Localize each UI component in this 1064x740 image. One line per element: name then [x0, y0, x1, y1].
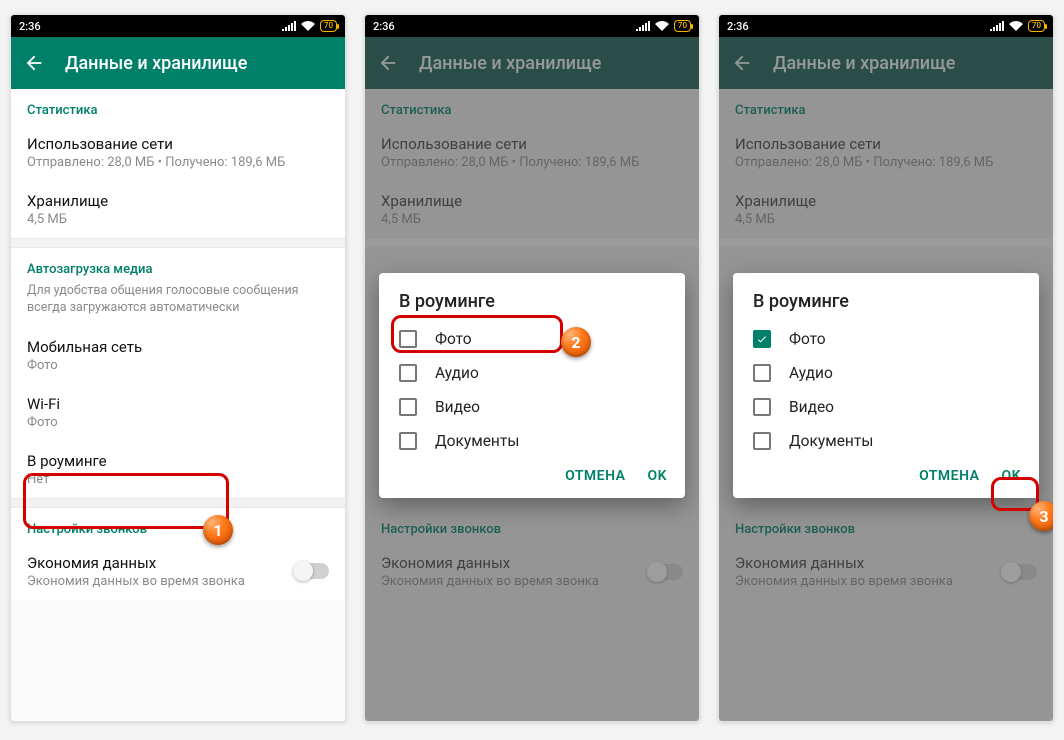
- option-docs[interactable]: Документы: [733, 424, 1039, 458]
- dialog-title: В роуминге: [379, 291, 685, 322]
- autoload-header: Автозагрузка медиа: [11, 248, 345, 283]
- cancel-button[interactable]: ОТМЕНА: [565, 468, 625, 484]
- wifi-icon: [655, 21, 669, 31]
- app-bar: Данные и хранилище: [11, 37, 345, 89]
- signal-icon: [636, 21, 650, 31]
- network-usage-item[interactable]: Использование сети Отправлено: 28,0 МБ •…: [11, 124, 345, 181]
- battery-icon: 70: [1028, 20, 1045, 32]
- battery-icon: 70: [320, 20, 337, 32]
- roaming-dialog: В роуминге Фото Аудио Видео Документы ОТ…: [379, 273, 685, 498]
- wifi-sub: Фото: [27, 415, 329, 430]
- dialog-actions: ОТМЕНА OK: [733, 458, 1039, 492]
- option-video[interactable]: Видео: [733, 390, 1039, 424]
- mobile-sub: Фото: [27, 358, 329, 373]
- signal-icon: [282, 21, 296, 31]
- status-time: 2:36: [19, 20, 41, 33]
- status-bar: 2:36 70: [365, 15, 699, 37]
- option-photo[interactable]: Фото: [379, 322, 685, 356]
- phone-screen-1: 2:36 70 Данные и хранилище Статистика Ис…: [10, 14, 346, 722]
- mobile-item[interactable]: Мобильная сеть Фото: [11, 327, 345, 384]
- option-video-label: Видео: [789, 398, 834, 416]
- roaming-dialog: В роуминге Фото Аудио Видео Документы ОТ…: [733, 273, 1039, 498]
- status-bar: 2:36 70: [11, 15, 345, 37]
- option-docs[interactable]: Документы: [379, 424, 685, 458]
- settings-content: Статистика Использование сети Отправлено…: [11, 89, 345, 721]
- roaming-sub: Нет: [27, 472, 329, 487]
- checkbox-icon[interactable]: [399, 330, 417, 348]
- option-docs-label: Документы: [789, 432, 873, 450]
- status-time: 2:36: [727, 20, 749, 33]
- option-photo-label: Фото: [435, 330, 472, 348]
- back-icon[interactable]: [23, 52, 45, 74]
- battery-icon: 70: [674, 20, 691, 32]
- wifi-icon: [1009, 21, 1023, 31]
- roaming-item[interactable]: В роуминге Нет: [11, 441, 345, 498]
- ok-button[interactable]: OK: [647, 468, 667, 484]
- appbar-title: Данные и хранилище: [65, 53, 247, 74]
- phone-screen-2: 2:36 70 Данные и хранилище Статистика Ис…: [364, 14, 700, 722]
- divider: [11, 238, 345, 248]
- option-docs-label: Документы: [435, 432, 519, 450]
- option-audio-label: Аудио: [789, 364, 833, 382]
- checkbox-icon[interactable]: [753, 432, 771, 450]
- stats-header: Статистика: [11, 89, 345, 124]
- autoload-note: Для удобства общения голосовые сообщения…: [11, 283, 345, 327]
- phone-screen-3: 2:36 70 Данные и хранилище Статистика Ис…: [718, 14, 1054, 722]
- mobile-label: Мобильная сеть: [27, 338, 329, 356]
- dialog-title: В роуминге: [733, 291, 1039, 322]
- option-video-label: Видео: [435, 398, 480, 416]
- wifi-icon: [301, 21, 315, 31]
- option-video[interactable]: Видео: [379, 390, 685, 424]
- option-audio[interactable]: Аудио: [379, 356, 685, 390]
- cancel-button[interactable]: ОТМЕНА: [919, 468, 979, 484]
- calls-header: Настройки звонков: [11, 508, 345, 543]
- wifi-item[interactable]: Wi-Fi Фото: [11, 384, 345, 441]
- option-audio-label: Аудио: [435, 364, 479, 382]
- checkbox-icon[interactable]: [753, 398, 771, 416]
- storage-item[interactable]: Хранилище 4,5 МБ: [11, 181, 345, 238]
- storage-sub: 4,5 МБ: [27, 212, 329, 227]
- network-usage-label: Использование сети: [27, 135, 329, 153]
- data-saver-row[interactable]: Экономия данных Экономия данных во время…: [11, 543, 345, 600]
- data-saver-switch[interactable]: [295, 563, 329, 579]
- status-bar: 2:36 70: [719, 15, 1053, 37]
- wifi-label: Wi-Fi: [27, 395, 329, 413]
- checkbox-icon[interactable]: [753, 330, 771, 348]
- signal-icon: [990, 21, 1004, 31]
- divider: [11, 498, 345, 508]
- data-saver-sub: Экономия данных во время звонка: [27, 574, 245, 589]
- roaming-label: В роуминге: [27, 452, 329, 470]
- checkbox-icon[interactable]: [399, 432, 417, 450]
- data-saver-label: Экономия данных: [27, 554, 245, 572]
- dialog-actions: ОТМЕНА OK: [379, 458, 685, 492]
- checkbox-icon[interactable]: [399, 398, 417, 416]
- network-usage-sub: Отправлено: 28,0 МБ • Получено: 189,6 МБ: [27, 155, 329, 170]
- checkbox-icon[interactable]: [399, 364, 417, 382]
- option-photo[interactable]: Фото: [733, 322, 1039, 356]
- option-photo-label: Фото: [789, 330, 826, 348]
- checkbox-icon[interactable]: [753, 364, 771, 382]
- storage-label: Хранилище: [27, 192, 329, 210]
- option-audio[interactable]: Аудио: [733, 356, 1039, 390]
- ok-button[interactable]: OK: [1001, 468, 1021, 484]
- status-time: 2:36: [373, 20, 395, 33]
